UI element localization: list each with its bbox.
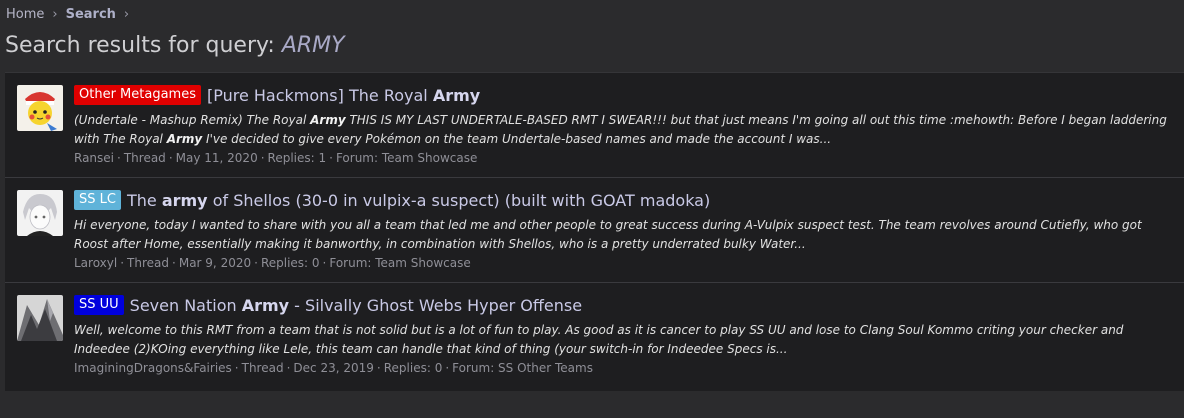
meta-separator: · xyxy=(376,361,381,375)
result-meta: Laroxyl · Thread · Mar 9, 2020 · Replies: 0 · Fo… xyxy=(74,256,471,270)
result-title-text[interactable]: Seven Nation xyxy=(130,296,242,315)
snippet-text: Hi everyone, today I wanted to share wit… xyxy=(74,218,1142,251)
search-results-list: Other Metagames [Pure Hackmons] The Roya… xyxy=(5,72,1184,391)
result-title[interactable]: Other Metagames [Pure Hackmons] The Roya… xyxy=(74,85,480,105)
result-title[interactable]: SS LC The army of Shellos (30-0 in vulpi… xyxy=(74,190,710,210)
avatar[interactable] xyxy=(17,190,63,236)
date-link[interactable]: May 11, 2020 xyxy=(176,151,258,165)
result-title[interactable]: SS UU Seven Nation Army - Silvally Ghost… xyxy=(74,295,582,315)
meta-separator: · xyxy=(322,256,327,270)
author-link[interactable]: ImaginingDragons&Fairies xyxy=(74,361,232,375)
result-snippet: Well, welcome to this RMT from a team th… xyxy=(74,321,1174,359)
date-link[interactable]: Dec 23, 2019 xyxy=(293,361,373,375)
replies-count: Replies: 0 xyxy=(383,361,443,375)
snippet-text: Well, welcome to this RMT from a team th… xyxy=(74,323,1124,356)
meta-separator: · xyxy=(286,361,291,375)
page-title: Search results for query: ARMY xyxy=(5,33,345,58)
breadcrumb-search[interactable]: Search xyxy=(66,7,116,22)
meta-separator: · xyxy=(120,256,125,270)
result-meta: Ransei · Thread · May 11, 2020 · Replies: 1 · Fo… xyxy=(74,151,477,165)
search-result: SS LC The army of Shellos (30-0 in vulpi… xyxy=(5,178,1184,283)
forum-link[interactable]: Forum: Team Showcase xyxy=(329,256,470,270)
content-type: Thread xyxy=(127,256,170,270)
content-type: Thread xyxy=(241,361,284,375)
result-title-highlight[interactable]: army xyxy=(162,191,208,210)
replies-count: Replies: 1 xyxy=(267,151,327,165)
content-type: Thread xyxy=(123,151,166,165)
meta-separator: · xyxy=(117,151,121,165)
chevron-right-icon: › xyxy=(52,7,58,22)
date-link[interactable]: Mar 9, 2020 xyxy=(179,256,251,270)
search-result: Other Metagames [Pure Hackmons] The Roya… xyxy=(5,73,1184,178)
forum-link[interactable]: Forum: Team Showcase xyxy=(336,151,477,165)
meta-separator: · xyxy=(260,151,265,165)
result-title-text-after[interactable]: - Silvally Ghost Webs Hyper Offense xyxy=(289,296,582,315)
result-title-highlight[interactable]: Army xyxy=(242,296,289,315)
page-title-text: Search results for query: xyxy=(5,33,282,58)
prefix-badge[interactable]: SS LC xyxy=(74,190,121,210)
breadcrumb-home[interactable]: Home xyxy=(6,7,44,22)
result-title-link[interactable]: Seven Nation Army - Silvally Ghost Webs … xyxy=(130,296,582,315)
prefix-badge[interactable]: Other Metagames xyxy=(74,85,201,105)
breadcrumb: Home › Search › xyxy=(6,7,137,22)
result-title-link[interactable]: [Pure Hackmons] The Royal Army xyxy=(207,86,480,105)
meta-separator: · xyxy=(172,256,176,270)
result-title-highlight[interactable]: Army xyxy=(433,86,480,105)
meta-separator: · xyxy=(445,361,450,375)
chevron-right-icon: › xyxy=(123,7,130,22)
result-snippet: (Undertale - Mashup Remix) The Royal Arm… xyxy=(74,111,1174,149)
meta-separator: · xyxy=(329,151,333,165)
snippet-text: I've decided to give every Pokémon on th… xyxy=(202,132,832,146)
search-query: ARMY xyxy=(281,33,345,58)
author-link[interactable]: Ransei xyxy=(74,151,114,165)
result-snippet: Hi everyone, today I wanted to share wit… xyxy=(74,216,1174,254)
result-meta: ImaginingDragons&Fairies · Thread · Dec 23, … xyxy=(74,361,593,375)
replies-count: Replies: 0 xyxy=(260,256,320,270)
meta-separator: · xyxy=(168,151,173,165)
forum-link[interactable]: Forum: SS Other Teams xyxy=(452,361,593,375)
result-title-link[interactable]: The army of Shellos (30-0 in vulpix-a su… xyxy=(127,191,710,210)
snippet-highlight: Army xyxy=(310,113,346,127)
snippet-text: (Undertale - Mashup Remix) The Royal xyxy=(74,113,311,127)
result-title-text[interactable]: [Pure Hackmons] The Royal xyxy=(207,86,433,105)
meta-separator: · xyxy=(254,256,258,270)
result-title-text[interactable]: The xyxy=(127,191,162,210)
avatar[interactable] xyxy=(17,295,63,341)
prefix-badge[interactable]: SS UU xyxy=(74,295,124,315)
avatar[interactable] xyxy=(17,85,63,131)
meta-separator: · xyxy=(234,361,239,375)
search-result: SS UU Seven Nation Army - Silvally Ghost… xyxy=(5,283,1184,387)
result-title-text-after[interactable]: of Shellos (30-0 in vulpix-a suspect) (b… xyxy=(208,191,711,210)
author-link[interactable]: Laroxyl xyxy=(74,256,117,270)
snippet-highlight: Army xyxy=(166,132,203,146)
